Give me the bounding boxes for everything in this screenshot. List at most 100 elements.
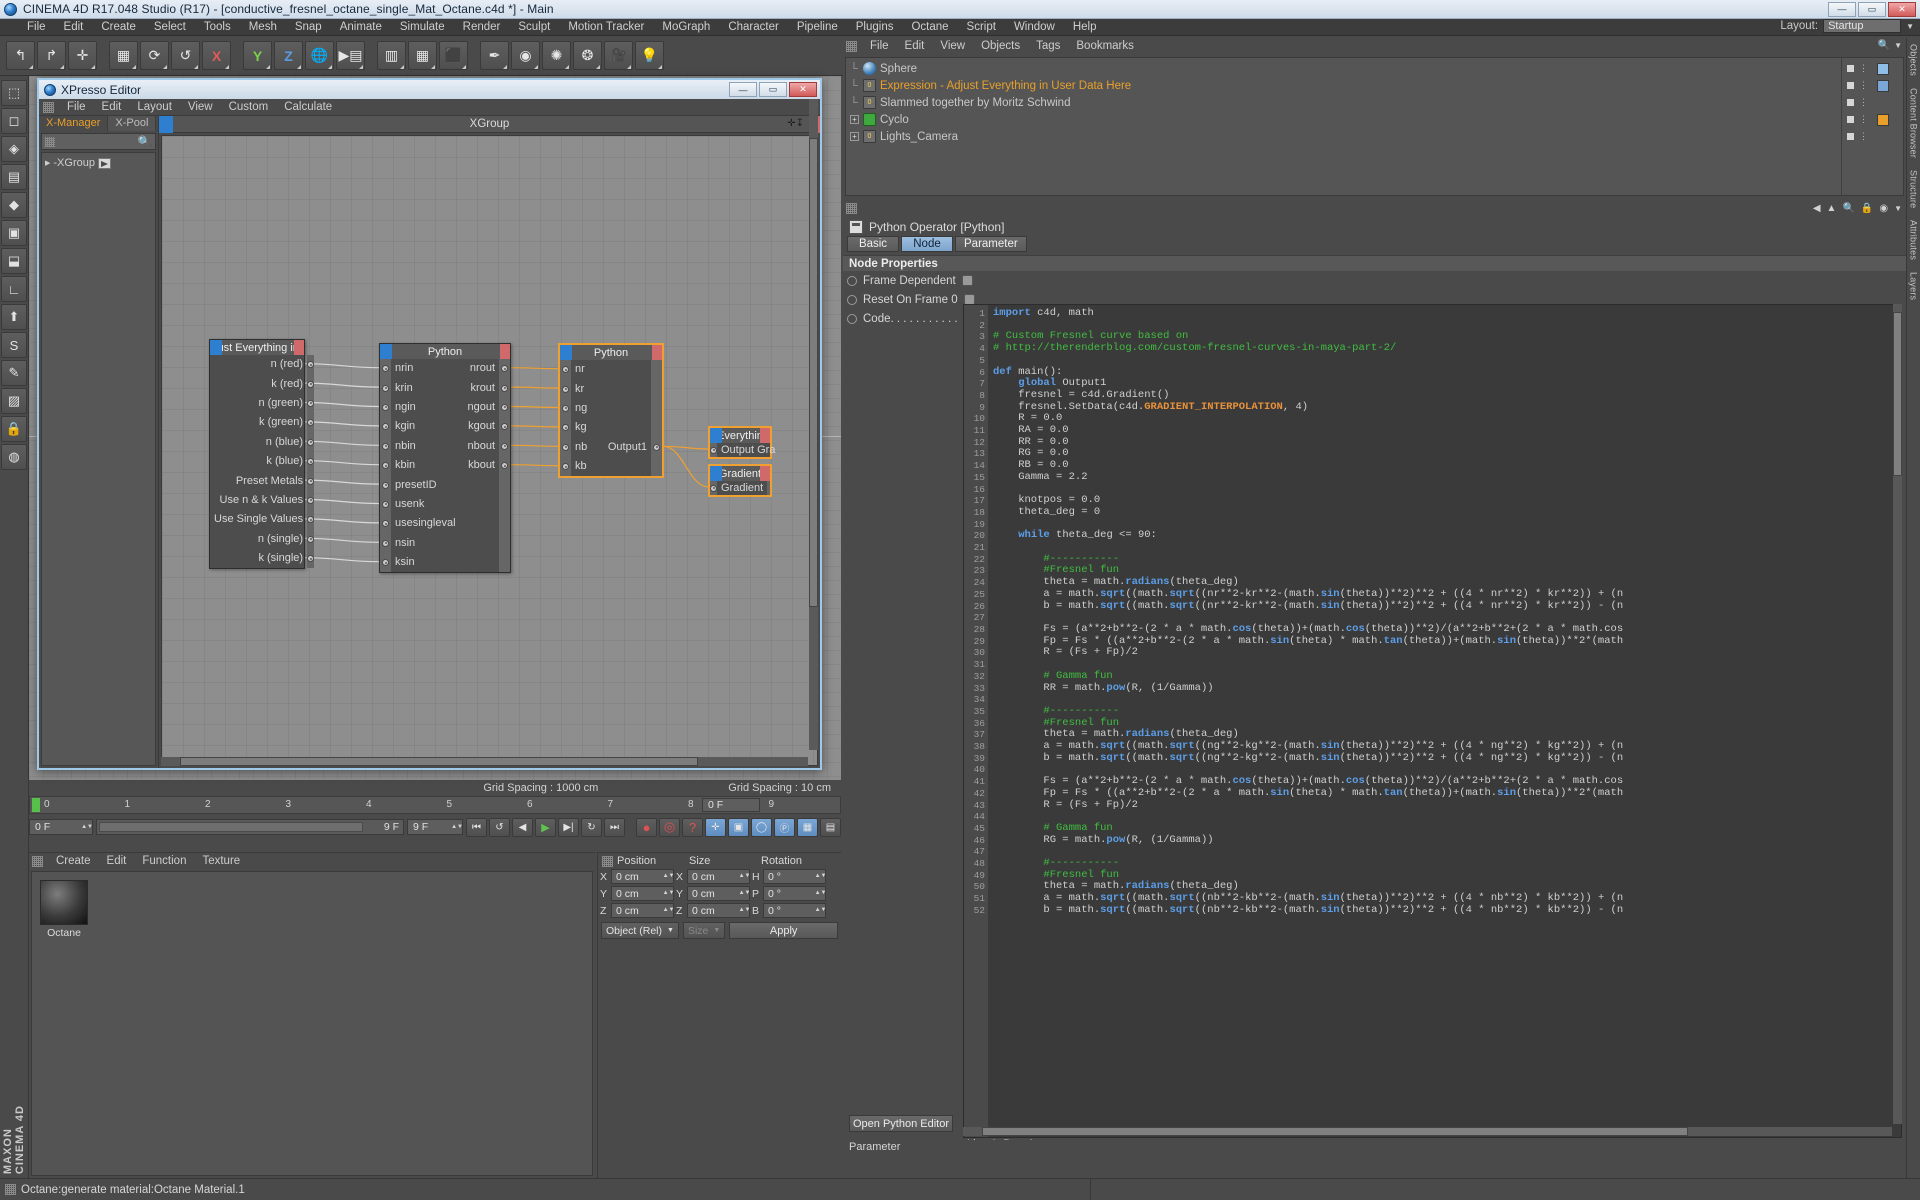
code-line[interactable]: # http://therenderblog.com/custom-fresne… (993, 343, 1901, 355)
object-menu-edit[interactable]: Edit (897, 38, 933, 55)
attribute-tab-node[interactable]: Node (901, 236, 953, 252)
menu-item-window[interactable]: Window (1005, 19, 1064, 36)
python-code-editor[interactable]: 1234567891011121314151617181920212223242… (963, 304, 1902, 1138)
menu-item-snap[interactable]: Snap (286, 19, 331, 36)
render-view-button[interactable]: ▶▤ (336, 41, 365, 70)
code-line[interactable]: while theta_deg <= 90: (993, 530, 1901, 542)
coordinates-grip-icon[interactable] (602, 856, 613, 867)
code-line[interactable]: #----------- (993, 858, 1901, 870)
code-line[interactable]: Gamma = 2.2 (993, 472, 1901, 484)
material-menu-create[interactable]: Create (48, 853, 99, 869)
undo-button[interactable]: ↰ (6, 41, 35, 70)
position-field-X[interactable]: 0 cm▲▼ (611, 869, 674, 884)
output-port[interactable] (501, 443, 508, 450)
adjust-everything-node-header[interactable]: just Everything in (210, 340, 304, 355)
output-port[interactable] (307, 400, 314, 407)
input-port[interactable] (562, 366, 569, 373)
menu-item-pipeline[interactable]: Pipeline (788, 19, 847, 36)
code-hscrollbar[interactable] (963, 1127, 1892, 1136)
layout-selector[interactable]: Layout: Startup ▼ (1780, 19, 1914, 33)
node-output-marker-icon[interactable] (652, 345, 662, 360)
options-dots-icon[interactable]: ⋮ (1859, 63, 1869, 74)
code-line[interactable]: knotpos = 0.0 (993, 495, 1901, 507)
end-frame-field[interactable]: 9 F ▲▼ (407, 819, 463, 835)
go-to-end-button[interactable]: ⏭ (604, 818, 625, 837)
input-port[interactable] (382, 559, 389, 566)
light-button[interactable]: 💡 (635, 41, 664, 70)
menu-item-script[interactable]: Script (958, 19, 1005, 36)
input-port[interactable] (382, 385, 389, 392)
code-line[interactable] (993, 811, 1901, 823)
xpresso-menu-calculate[interactable]: Calculate (276, 99, 340, 116)
object-row-2[interactable]: └0Slammed together by Moritz Schwind (846, 94, 1841, 111)
code-line[interactable]: # Gamma fun (993, 671, 1901, 683)
output-port[interactable] (307, 458, 314, 465)
spline-pen-button[interactable]: ✒ (480, 41, 509, 70)
attribute-tab-basic[interactable]: Basic (847, 236, 899, 252)
menu-item-file[interactable]: File (18, 19, 55, 36)
xpresso-menu-custom[interactable]: Custom (221, 99, 277, 116)
object-mode-dropdown[interactable]: Object (Rel) ▼ (601, 922, 679, 939)
object-tag-row-4[interactable]: ⋮ (1842, 128, 1903, 145)
input-port[interactable] (382, 462, 389, 469)
pin-icon[interactable]: ◉ (1879, 203, 1888, 214)
code-line[interactable]: Fp = Fs * ((a**2+b**2-(2 * a * math.sin(… (993, 788, 1901, 800)
input-port[interactable] (382, 404, 389, 411)
search-icon[interactable]: 🔍 (137, 134, 153, 149)
position-key-button[interactable]: ✛ (705, 818, 726, 837)
menu-item-octane[interactable]: Octane (902, 19, 957, 36)
object-menu-grip-icon[interactable] (846, 41, 857, 52)
left-tool-13[interactable]: ◍ (1, 444, 27, 470)
code-radio-icon[interactable] (847, 314, 857, 324)
xpresso-tab-x-manager[interactable]: X-Manager (39, 116, 108, 131)
code-line[interactable] (993, 542, 1901, 554)
timeline-settings-button[interactable]: ▤ (820, 818, 841, 837)
lock-icon[interactable]: 🔒 (1861, 203, 1873, 214)
stepper-icon[interactable]: ▲▼ (817, 870, 824, 883)
code-line[interactable] (993, 484, 1901, 496)
xgroup-tree-item[interactable]: ▶ -XGroup (45, 157, 152, 169)
object-tag-row-1[interactable]: ⋮ (1842, 77, 1903, 94)
visibility-checkbox[interactable] (1846, 98, 1855, 107)
size-field-Y[interactable]: 0 cm▲▼ (687, 886, 750, 901)
visibility-checkbox[interactable] (1846, 81, 1855, 90)
code-line[interactable]: RA = 0.0 (993, 425, 1901, 437)
code-line[interactable]: RR = 0.0 (993, 437, 1901, 449)
code-vscrollbar[interactable] (1893, 304, 1902, 1124)
xpresso-vscrollbar[interactable] (809, 99, 818, 750)
input-port[interactable] (382, 540, 389, 547)
code-line[interactable]: #----------- (993, 706, 1901, 718)
layout-value[interactable]: Startup (1823, 19, 1901, 33)
menu-item-create[interactable]: Create (92, 19, 145, 36)
options-dots-icon[interactable]: ⋮ (1859, 80, 1869, 91)
size-field-X[interactable]: 0 cm▲▼ (687, 869, 750, 884)
chevron-down-icon[interactable]: ▼ (713, 927, 720, 934)
output-port[interactable] (501, 462, 508, 469)
object-tag-row-3[interactable]: ⋮ (1842, 111, 1903, 128)
xpresso-maximize-button[interactable]: ▭ (759, 82, 787, 97)
xpresso-tab-x-pool[interactable]: X-Pool (108, 116, 156, 131)
maximize-button[interactable]: ▭ (1858, 2, 1886, 17)
node-output-marker-icon[interactable] (294, 340, 304, 355)
code-line[interactable] (993, 694, 1901, 706)
generator-button[interactable]: ◉ (511, 41, 540, 70)
input-port[interactable] (382, 423, 389, 430)
left-tool-3[interactable]: ▤ (1, 164, 27, 190)
xgroup-input-marker[interactable] (159, 116, 173, 133)
gradient-node-header[interactable]: Gradient (710, 466, 770, 481)
rotate-tool[interactable]: ⟳ (140, 41, 169, 70)
apply-button[interactable]: Apply (729, 922, 838, 939)
python-node-2-header[interactable]: Python (560, 345, 662, 360)
output-port[interactable] (307, 478, 314, 485)
code-line[interactable]: a = math.sqrt((math.sqrt((nr**2-kr**2-(m… (993, 589, 1901, 601)
play-reverse-button[interactable]: ◀ (512, 818, 533, 837)
left-tool-8[interactable]: ⬆ (1, 304, 27, 330)
menu-item-edit[interactable]: Edit (55, 19, 93, 36)
stepper-icon[interactable]: ▲▼ (453, 820, 461, 834)
input-port[interactable] (562, 386, 569, 393)
code-line[interactable]: b = math.sqrt((math.sqrt((nb**2-kb**2-(m… (993, 905, 1901, 917)
material-preview[interactable] (40, 880, 88, 925)
output-port[interactable] (501, 404, 508, 411)
search-icon[interactable]: 🔍 (1878, 40, 1890, 51)
object-tag-row-2[interactable]: ⋮ (1842, 94, 1903, 111)
